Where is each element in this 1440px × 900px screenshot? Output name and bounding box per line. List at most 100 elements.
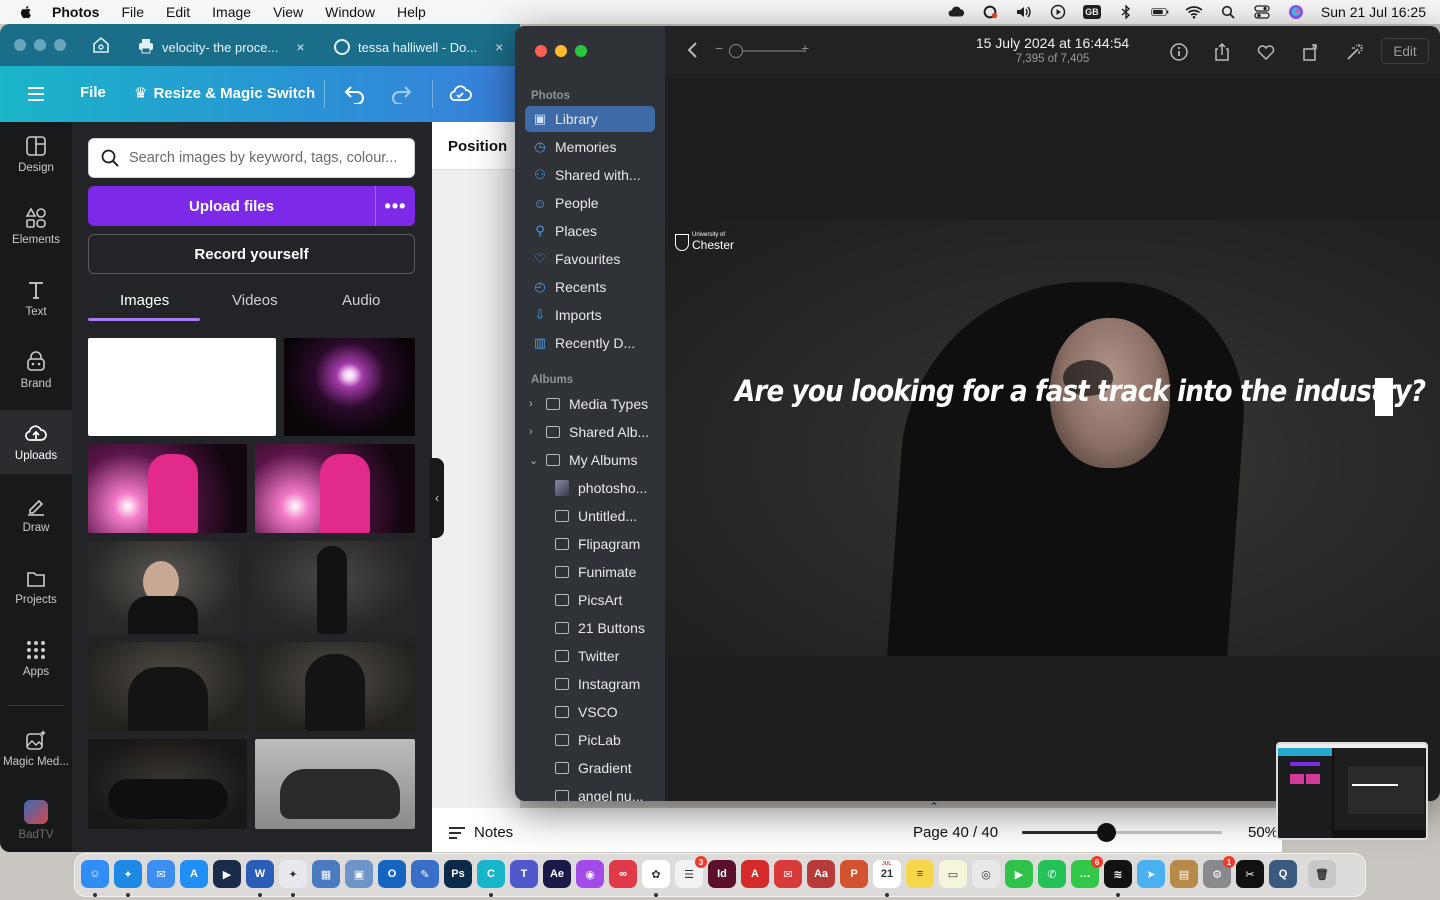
hamburger-menu-icon[interactable] [26, 84, 46, 104]
input-source-badge[interactable]: GB [1082, 5, 1101, 19]
sidebar-item-places[interactable]: ⚲ Places [525, 218, 655, 244]
tab-close-icon[interactable]: × [495, 39, 503, 55]
finder-icon[interactable]: ☺ [81, 860, 109, 888]
notes-icon[interactable]: ≡ [906, 860, 934, 888]
tab-videos[interactable]: Videos [232, 292, 278, 309]
collapse-panel-button[interactable]: ‹ [430, 458, 444, 538]
upload-thumbnail[interactable] [88, 444, 247, 533]
menu-window[interactable]: Window [325, 4, 375, 20]
safari-icon[interactable]: ✦ [114, 860, 142, 888]
upload-thumbnail[interactable] [255, 739, 415, 829]
screenshot-preview-thumbnail[interactable] [1276, 742, 1428, 840]
position-button[interactable]: Position [432, 122, 520, 170]
powerpoint-icon[interactable]: P [840, 860, 868, 888]
screens-icon[interactable]: ▦ [312, 860, 340, 888]
resize-magic-switch-button[interactable]: ♛ Resize & Magic Switch [134, 84, 315, 103]
upload-thumbnail[interactable] [88, 541, 239, 634]
record-yourself-button[interactable]: Record yourself [88, 234, 415, 274]
mail-icon[interactable]: ✉ [147, 860, 175, 888]
keka-icon[interactable]: ▤ [1170, 860, 1198, 888]
upload-files-button[interactable]: Upload files [88, 186, 375, 226]
creativecloud-icon[interactable]: ∞ [609, 860, 637, 888]
cloud-save-icon[interactable] [448, 83, 472, 108]
apple-icon[interactable] [18, 4, 34, 20]
album-group-0[interactable]: › Media Types [529, 391, 659, 417]
zoom-in-button[interactable]: + [801, 40, 809, 56]
rail-brand[interactable]: Brand [0, 338, 72, 402]
butterfly-icon[interactable]: ✦ [279, 860, 307, 888]
info-icon[interactable] [1169, 42, 1189, 62]
menu-edit[interactable]: Edit [166, 4, 190, 20]
preview-icon[interactable]: ▣ [345, 860, 373, 888]
zoom-level[interactable]: 50% [1248, 824, 1278, 841]
album-group-1[interactable]: › Shared Alb... [529, 419, 659, 445]
cloud-icon[interactable] [947, 5, 965, 19]
acrobat-icon[interactable]: A [741, 860, 769, 888]
sidebar-item-imports[interactable]: ⇩ Imports [525, 302, 655, 328]
photo-zoom-knob[interactable] [729, 44, 743, 58]
rail-magic-media[interactable]: Magic Med... [0, 716, 72, 780]
redo-icon[interactable] [390, 84, 412, 109]
primevideo-icon[interactable]: ▶ [213, 860, 241, 888]
upload-thumbnail[interactable] [284, 338, 415, 436]
chevron-down-icon[interactable]: ⌄ [529, 454, 543, 467]
upload-more-button[interactable]: ••• [375, 186, 415, 226]
word-icon[interactable]: W [246, 860, 274, 888]
menu-view[interactable]: View [273, 4, 303, 20]
tab-audio[interactable]: Audio [342, 292, 380, 309]
sidebar-item-memories[interactable]: ◷ Memories [525, 134, 655, 160]
menu-image[interactable]: Image [212, 4, 251, 20]
creative-cloud-icon[interactable] [981, 5, 999, 19]
menubar-clock[interactable]: Sun 21 Jul 16:25 [1321, 4, 1426, 20]
upload-thumbnail[interactable] [88, 739, 247, 829]
zoom-out-button[interactable]: − [715, 40, 723, 56]
wifi-icon[interactable] [1185, 5, 1203, 19]
share-icon[interactable] [1212, 42, 1232, 62]
rail-apps[interactable]: Apps [0, 626, 72, 690]
whatsapp-icon[interactable]: ✆ [1038, 860, 1066, 888]
appstore-icon[interactable]: A [180, 860, 208, 888]
edit-button[interactable]: Edit [1381, 38, 1429, 64]
sidebar-item-people[interactable]: ☺ People [525, 190, 655, 216]
magic-wand-icon[interactable] [1345, 42, 1365, 62]
rail-uploads[interactable]: Uploads [0, 410, 72, 474]
control-center-icon[interactable] [1253, 5, 1271, 19]
outlook-icon[interactable]: O [378, 860, 406, 888]
browser-tab-velocity[interactable]: velocity- the proce... × [138, 33, 305, 61]
rail-draw[interactable]: Draw [0, 482, 72, 546]
rail-projects[interactable]: Projects [0, 554, 72, 618]
window-close-button[interactable] [535, 45, 547, 57]
back-chevron-icon[interactable] [685, 40, 699, 65]
maps-icon[interactable]: ➤ [1137, 860, 1165, 888]
upload-thumbnail[interactable] [255, 642, 415, 731]
undo-icon[interactable] [344, 84, 366, 109]
chevron-right-icon[interactable]: › [529, 398, 543, 410]
file-menu-button[interactable]: File [80, 84, 106, 101]
rail-elements[interactable]: Elements [0, 194, 72, 258]
trash-icon[interactable]: 🗑 [1308, 860, 1336, 888]
siri-icon[interactable] [1287, 5, 1305, 19]
volume-icon[interactable] [1015, 5, 1033, 19]
upload-thumbnail[interactable] [247, 541, 415, 634]
spotlight-search-icon[interactable] [1219, 5, 1237, 19]
window-close-button[interactable] [14, 39, 26, 51]
window-zoom-button[interactable] [54, 39, 66, 51]
rail-text[interactable]: Text [0, 266, 72, 330]
menu-app-name[interactable]: Photos [52, 4, 99, 20]
chevron-right-icon[interactable]: › [529, 426, 543, 438]
sidebar-item-recents[interactable]: ◴ Recents [525, 274, 655, 300]
photo-image[interactable]: University of Chester Are you looking fo… [665, 220, 1440, 656]
play-circle-icon[interactable] [1049, 4, 1067, 20]
sidebar-item-recently-d[interactable]: ▥ Recently D... [525, 330, 655, 356]
sidebar-item-shared-with[interactable]: ⚇ Shared with... [525, 162, 655, 188]
battery-icon[interactable] [1151, 5, 1169, 19]
photos-icon[interactable]: ✿ [642, 860, 670, 888]
zoom-slider[interactable] [1022, 823, 1222, 842]
browser-tab-tessa[interactable]: tessa halliwell - Do... × [334, 33, 503, 61]
dictionary-icon[interactable]: Aa [807, 860, 835, 888]
aftereffects-icon[interactable]: Ae [543, 860, 571, 888]
canva-icon[interactable]: C [477, 860, 505, 888]
facetime-icon[interactable]: ▶ [1005, 860, 1033, 888]
upload-thumbnail[interactable] [88, 642, 247, 731]
spotify-icon[interactable]: ≋ [1104, 860, 1132, 888]
